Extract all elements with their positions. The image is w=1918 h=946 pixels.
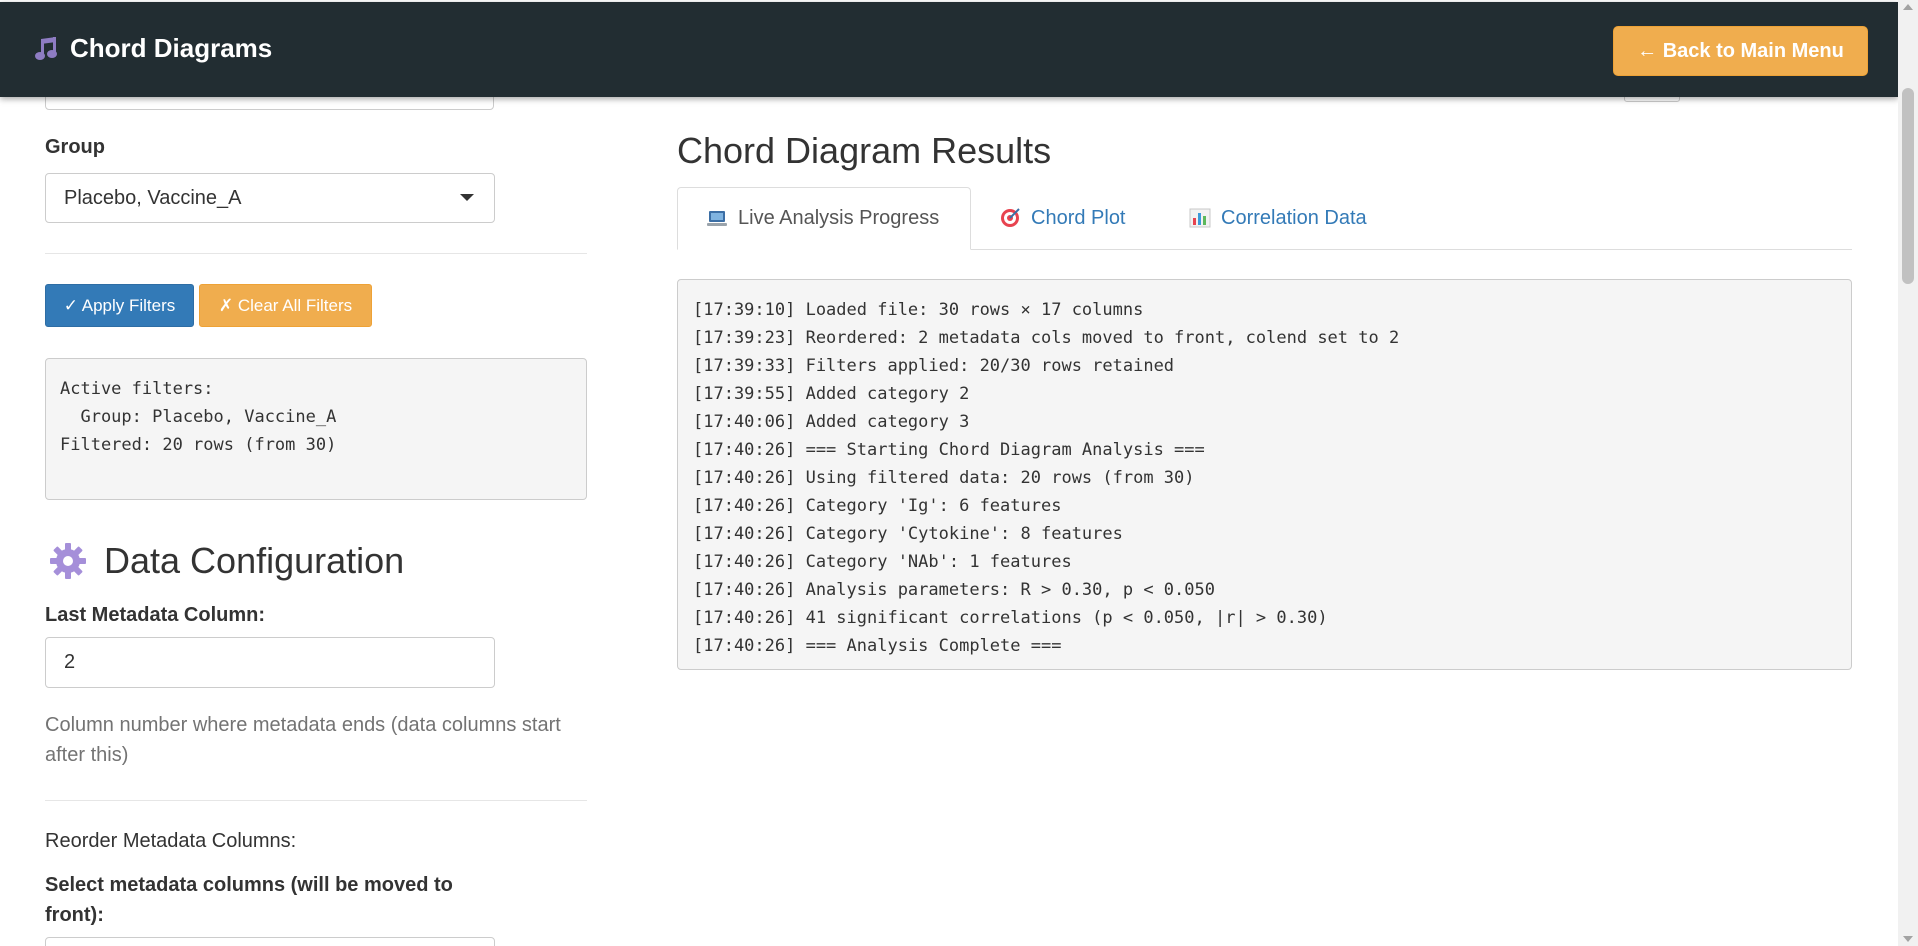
page: Chord Diagrams ← Back to Main Menu Group…	[0, 0, 1918, 946]
apply-filters-button[interactable]: ✓ Apply Filters	[45, 284, 194, 327]
log-line: [17:39:55] Added category 2	[693, 384, 970, 404]
log-line: [17:40:26] 41 significant correlations (…	[693, 608, 1328, 628]
tab-chord-plot[interactable]: Chord Plot	[971, 187, 1161, 249]
group-select-value: Placebo, Vaccine_A	[64, 186, 242, 209]
app-title: Chord Diagrams	[70, 33, 273, 63]
scroll-up-arrow-icon[interactable]	[1903, 4, 1913, 10]
last-metadata-column-label: Last Metadata Column:	[45, 604, 266, 626]
tab-correlation-data[interactable]: Correlation Data	[1161, 187, 1406, 249]
results-tabs: Live Analysis Progress Chord Plot Correl…	[677, 187, 1852, 250]
analysis-log: [17:39:10] Loaded file: 30 rows × 17 col…	[677, 279, 1852, 670]
log-line: [17:40:26] Using filtered data: 20 rows …	[693, 468, 1195, 488]
log-line: [17:40:26] Analysis parameters: R > 0.30…	[693, 580, 1215, 600]
log-line: [17:39:23] Reordered: 2 metadata cols mo…	[693, 328, 1400, 348]
reorder-metadata-label: Reorder Metadata Columns:	[45, 830, 297, 852]
tab-label: Correlation Data	[1221, 206, 1367, 229]
tab-label: Chord Plot	[1031, 206, 1126, 229]
divider	[45, 800, 587, 801]
app-brand: Chord Diagrams	[34, 33, 272, 64]
data-configuration-heading: Data Configuration	[48, 540, 404, 582]
music-note-icon	[34, 36, 60, 62]
group-select[interactable]: Placebo, Vaccine_A	[45, 173, 495, 223]
bar-chart-icon	[1189, 208, 1211, 228]
scroll-down-arrow-icon[interactable]	[1903, 936, 1913, 942]
log-line: [17:39:10] Loaded file: 30 rows × 17 col…	[693, 300, 1144, 320]
log-line: [17:40:26] === Starting Chord Diagram An…	[693, 440, 1205, 460]
clear-filters-button[interactable]: ✗ Clear All Filters	[199, 284, 372, 327]
group-filter-label: Group	[45, 136, 105, 158]
active-filters-summary: Active filters: Group: Placebo, Vaccine_…	[45, 358, 587, 500]
target-icon	[999, 207, 1021, 229]
log-line: [17:40:26] Category 'Cytokine': 8 featur…	[693, 524, 1123, 544]
page-scrollbar[interactable]	[1898, 0, 1918, 946]
tab-live-analysis-progress[interactable]: Live Analysis Progress	[677, 187, 971, 250]
filter-summary-line: Active filters:	[60, 379, 214, 399]
filter-summary-line: Filtered: 20 rows (from 30)	[60, 435, 337, 455]
log-line: [17:40:26] Category 'Ig': 6 features	[693, 496, 1062, 516]
log-line: [17:40:26] === Analysis Complete ===	[693, 636, 1062, 656]
help-text: Column number where metadata ends (data …	[45, 714, 561, 766]
divider	[45, 253, 587, 254]
log-line: [17:40:26] Category 'NAb': 1 features	[693, 552, 1072, 572]
tab-label: Live Analysis Progress	[738, 207, 940, 229]
caret-down-icon	[460, 194, 474, 201]
results-title: Chord Diagram Results	[677, 130, 1052, 171]
filter-summary-line: Group: Placebo, Vaccine_A	[60, 407, 337, 427]
log-line: [17:40:06] Added category 3	[693, 412, 970, 432]
metadata-columns-select[interactable]	[45, 937, 495, 946]
select-metadata-columns-label: Select metadata columns (will be moved t…	[45, 874, 453, 926]
back-to-main-menu-button[interactable]: ← Back to Main Menu	[1613, 26, 1868, 76]
last-metadata-column-input[interactable]	[45, 637, 495, 688]
laptop-icon	[706, 209, 728, 229]
top-navbar: Chord Diagrams ← Back to Main Menu	[0, 2, 1898, 97]
log-line: [17:39:33] Filters applied: 20/30 rows r…	[693, 356, 1175, 376]
data-configuration-title: Data Configuration	[104, 540, 405, 581]
scrollbar-thumb[interactable]	[1902, 88, 1914, 284]
gear-icon	[48, 541, 88, 581]
